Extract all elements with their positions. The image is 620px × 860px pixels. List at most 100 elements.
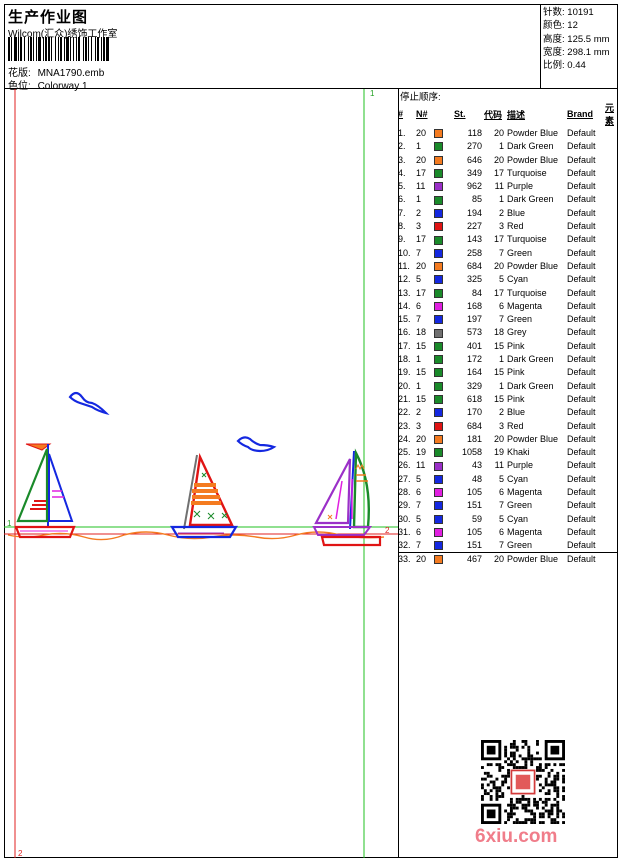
row-brand: Default	[567, 447, 596, 458]
row-description: Turquoise	[507, 167, 547, 178]
row-swatch	[434, 433, 454, 446]
row-needle: 20	[416, 553, 427, 564]
row-swatch	[434, 513, 454, 526]
row-index: 28.	[398, 487, 411, 498]
barcode	[8, 37, 109, 61]
row-code: 11	[494, 181, 504, 192]
row-brand: Default	[567, 274, 596, 285]
color-swatch	[434, 155, 443, 165]
row-stitches: 194	[466, 207, 482, 218]
row-description: Pink	[507, 367, 525, 378]
row-index: 15.	[398, 314, 411, 325]
row-description: Pink	[507, 340, 525, 351]
row-element	[605, 233, 620, 246]
row-brand: Default	[567, 460, 596, 471]
row-swatch	[434, 486, 454, 499]
row-stitches: 118	[467, 128, 482, 138]
table-body: 1. 20 118 20 Powder Blue Default 2. 1 270 1 Dark G…	[398, 127, 620, 566]
row-code: 7	[498, 314, 504, 325]
table-row: 29. 7 151 7 Green Default	[398, 499, 620, 512]
row-swatch	[434, 180, 454, 193]
row-index: 19.	[398, 367, 411, 378]
row-element	[605, 366, 620, 379]
row-code: 11	[494, 460, 504, 471]
col-swatch	[434, 101, 454, 127]
row-code: 20	[493, 154, 504, 165]
row-swatch	[434, 300, 454, 313]
color-swatch	[434, 448, 443, 458]
color-swatch	[434, 514, 443, 524]
row-brand: Default	[567, 154, 596, 165]
row-needle: 11	[416, 460, 426, 471]
height-value: 125.5 mm	[567, 33, 610, 45]
row-index: 5.	[398, 181, 406, 192]
row-needle: 5	[416, 473, 422, 484]
row-brand: Default	[567, 526, 596, 537]
row-element	[605, 486, 620, 499]
row-code: 6	[498, 300, 504, 311]
row-needle: 7	[416, 247, 422, 258]
row-brand: Default	[567, 354, 596, 365]
table-row: 23. 3 684 3 Red Default	[398, 420, 620, 433]
row-brand: Default	[567, 327, 596, 338]
row-needle: 6	[416, 526, 422, 537]
row-element	[605, 553, 620, 566]
color-swatch	[434, 129, 443, 139]
row-index: 30.	[398, 513, 411, 524]
row-element	[605, 459, 620, 472]
row-needle: 19	[416, 447, 427, 458]
col-needle: N#	[416, 109, 428, 119]
bird-left	[68, 391, 110, 416]
row-element	[605, 193, 620, 206]
row-element	[605, 380, 620, 393]
row-swatch	[434, 193, 454, 206]
watermark-logo: 6xiu.com	[475, 826, 558, 847]
row-stitches: 151	[466, 540, 482, 551]
row-brand: Default	[567, 340, 596, 351]
row-stitches: 349	[466, 167, 482, 178]
stop-sequence-table: # N# St. 代码 描述 Brand 元素 1. 20 118 20 Powder …	[398, 101, 620, 566]
row-brand: Default	[567, 181, 596, 192]
row-element	[605, 207, 620, 220]
row-code: 17	[493, 167, 504, 178]
row-code: 17	[493, 287, 504, 298]
row-needle: 15	[416, 340, 427, 351]
row-needle: 17	[416, 287, 427, 298]
row-code: 1	[498, 194, 504, 205]
table-row: 11. 20 684 20 Powder Blue Default	[398, 260, 620, 273]
row-needle: 20	[416, 154, 427, 165]
stitches-label: 针数:	[543, 7, 565, 18]
row-description: Green	[507, 500, 533, 511]
row-needle: 5	[416, 513, 422, 524]
row-index: 27.	[398, 473, 411, 484]
color-swatch	[434, 434, 443, 444]
row-description: Red	[507, 221, 524, 232]
row-needle: 3	[416, 221, 422, 232]
row-element	[605, 406, 620, 419]
row-swatch	[434, 233, 454, 246]
row-stitches: 168	[466, 300, 482, 311]
row-index: 2.	[398, 141, 406, 152]
color-swatch	[434, 488, 443, 498]
row-code: 1	[498, 354, 504, 365]
row-description: Turquoise	[507, 234, 547, 245]
color-swatch	[434, 301, 443, 311]
row-needle: 17	[416, 234, 427, 245]
row-description: Blue	[507, 407, 526, 418]
row-needle: 20	[416, 128, 427, 138]
sailboat-middle	[170, 452, 238, 539]
row-stitches: 467	[466, 553, 482, 564]
table-row: 22. 2 170 2 Blue Default	[398, 406, 620, 419]
row-brand: Default	[567, 221, 596, 232]
row-brand: Default	[567, 513, 596, 524]
row-element	[605, 539, 620, 552]
row-needle: 6	[416, 300, 422, 311]
row-description: Dark Green	[507, 380, 554, 391]
row-code: 18	[493, 327, 504, 338]
row-index: 17.	[398, 340, 411, 351]
row-code: 15	[493, 393, 504, 404]
row-code: 20	[493, 553, 504, 564]
row-element	[605, 127, 620, 140]
row-brand: Default	[567, 141, 596, 152]
table-row: 21. 15 618 15 Pink Default	[398, 393, 620, 406]
